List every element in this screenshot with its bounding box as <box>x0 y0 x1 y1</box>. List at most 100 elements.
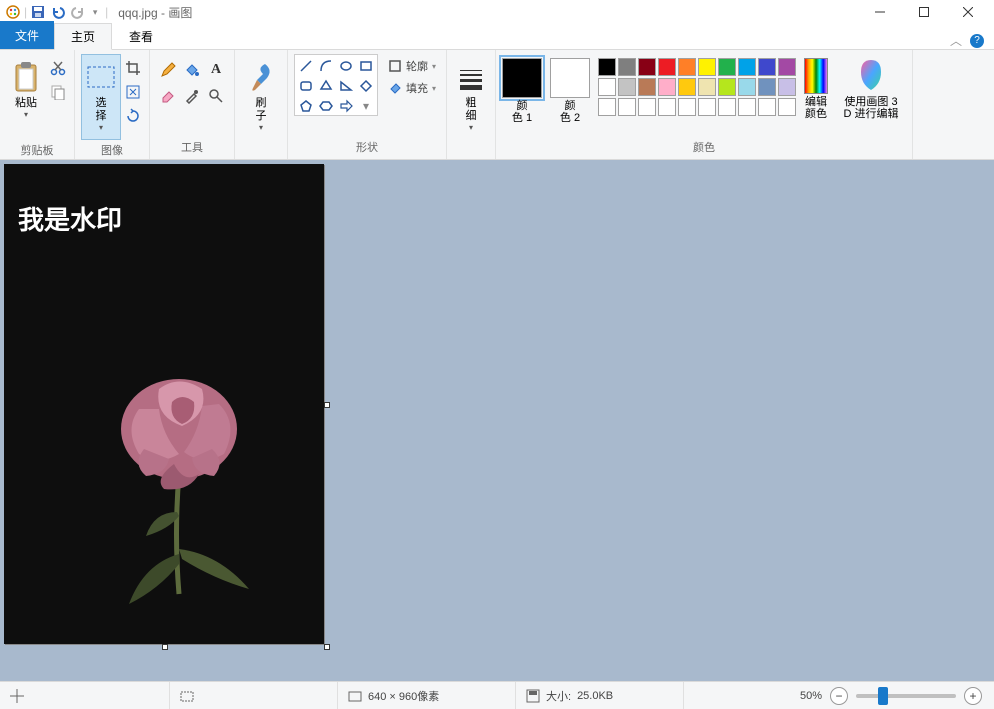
tab-home[interactable]: 主页 <box>54 23 112 50</box>
shape-curve-icon[interactable] <box>317 57 335 75</box>
crop-icon[interactable] <box>123 58 143 78</box>
app-name: 画图 <box>168 6 192 20</box>
fill-icon[interactable] <box>182 60 202 80</box>
color-swatch[interactable] <box>778 58 796 76</box>
shape-fill-button[interactable]: 填充▾ <box>384 78 440 98</box>
resize-handle-s[interactable] <box>162 644 168 650</box>
help-icon[interactable]: ? <box>970 34 984 48</box>
maximize-button[interactable] <box>902 0 946 24</box>
shape-triangle-icon[interactable] <box>337 77 355 95</box>
shape-arrow-right-icon[interactable] <box>337 97 355 115</box>
qat-separator: | <box>24 5 27 19</box>
color-swatch[interactable] <box>778 78 796 96</box>
color-swatch[interactable] <box>738 78 756 96</box>
shape-roundrect-icon[interactable] <box>297 77 315 95</box>
window-controls <box>858 0 990 24</box>
color-swatch[interactable] <box>638 78 656 96</box>
color-swatch[interactable] <box>678 58 696 76</box>
shape-hexagon-icon[interactable] <box>317 97 335 115</box>
color-swatch[interactable] <box>718 98 736 116</box>
color-swatch[interactable] <box>758 58 776 76</box>
shape-polygon-icon[interactable] <box>317 77 335 95</box>
color-swatch[interactable] <box>618 58 636 76</box>
shape-line-icon[interactable] <box>297 57 315 75</box>
collapse-ribbon-icon[interactable]: ︿ <box>950 32 962 49</box>
color-swatch[interactable] <box>698 78 716 96</box>
resize-handle-e[interactable] <box>324 402 330 408</box>
shape-rect-icon[interactable] <box>357 57 375 75</box>
color-swatch[interactable] <box>698 58 716 76</box>
magnifier-icon[interactable] <box>206 86 226 106</box>
tab-file[interactable]: 文件 <box>0 21 54 49</box>
color-swatch[interactable] <box>658 78 676 96</box>
color-swatch[interactable] <box>638 58 656 76</box>
color-swatch[interactable] <box>638 98 656 116</box>
zoom-thumb[interactable] <box>878 687 888 705</box>
zoom-slider[interactable] <box>856 694 956 698</box>
zoom-in-button[interactable]: + <box>964 687 982 705</box>
color-swatch[interactable] <box>758 98 776 116</box>
rose-image <box>84 354 284 634</box>
color-swatch[interactable] <box>778 98 796 116</box>
shape-diamond-icon[interactable] <box>357 77 375 95</box>
tab-view[interactable]: 查看 <box>112 23 170 49</box>
color-swatch[interactable] <box>658 98 676 116</box>
paint3d-button[interactable]: 使用画图 3 D 进行编辑 <box>836 54 906 120</box>
canvas[interactable]: 我是水印 <box>4 164 324 644</box>
color-swatch[interactable] <box>598 98 616 116</box>
thickness-button[interactable]: 粗 细 ▾ <box>453 54 489 140</box>
color-swatch[interactable] <box>618 78 636 96</box>
copy-icon[interactable] <box>48 82 68 102</box>
text-icon[interactable]: A <box>206 60 226 80</box>
shape-oval-icon[interactable] <box>337 57 355 75</box>
color-swatch[interactable] <box>718 58 736 76</box>
redo-icon[interactable] <box>69 3 87 21</box>
dimensions-icon <box>348 689 362 703</box>
save-icon[interactable] <box>29 3 47 21</box>
selection-size-icon <box>180 689 194 703</box>
zoom-level: 50% <box>800 690 822 702</box>
shape-outline-button[interactable]: 轮廓▾ <box>384 56 440 76</box>
edit-colors-button[interactable]: 编辑 颜色 <box>804 54 828 120</box>
undo-icon[interactable] <box>49 3 67 21</box>
color-swatch[interactable] <box>698 98 716 116</box>
minimize-button[interactable] <box>858 0 902 24</box>
group-colors: 颜 色 1 颜 色 2 编辑 颜色 使用画图 3 D 进行编辑 <box>496 50 913 159</box>
paste-button[interactable]: 粘贴 ▾ <box>6 54 46 140</box>
outline-icon <box>388 59 402 73</box>
ribbon-tabs: 文件 主页 查看 ︿ ? <box>0 24 994 50</box>
color-swatch[interactable] <box>618 98 636 116</box>
color-swatch[interactable] <box>678 78 696 96</box>
canvas-area[interactable]: 我是水印 <box>0 160 994 681</box>
resize-handle-se[interactable] <box>324 644 330 650</box>
shapes-gallery[interactable]: ▾ <box>294 54 378 116</box>
resize-icon[interactable] <box>123 82 143 102</box>
shape-more-icon[interactable]: ▾ <box>357 97 375 115</box>
color-swatch[interactable] <box>738 58 756 76</box>
zoom-out-button[interactable]: − <box>830 687 848 705</box>
color-picker-icon[interactable] <box>182 86 202 106</box>
paint-app-icon[interactable] <box>4 3 22 21</box>
color-swatch[interactable] <box>678 98 696 116</box>
cut-icon[interactable] <box>48 58 68 78</box>
color-swatch[interactable] <box>738 98 756 116</box>
color-swatch[interactable] <box>758 78 776 96</box>
select-button[interactable]: 选 择 ▾ <box>81 54 121 140</box>
color-swatch[interactable] <box>718 78 736 96</box>
title-bar: | ▾ | qqq.jpg - 画图 <box>0 0 994 24</box>
color-swatch[interactable] <box>658 58 676 76</box>
rotate-icon[interactable] <box>123 106 143 126</box>
color2-button[interactable]: 颜 色 2 <box>550 54 590 124</box>
pencil-icon[interactable] <box>158 60 178 80</box>
qat-customize-icon[interactable]: ▾ <box>89 3 101 21</box>
color-swatch[interactable] <box>598 58 616 76</box>
close-button[interactable] <box>946 0 990 24</box>
color-swatch[interactable] <box>598 78 616 96</box>
color2-swatch <box>550 58 590 98</box>
group-image: 选 择 ▾ 图像 <box>75 50 150 159</box>
brushes-button[interactable]: 刷 子 ▾ <box>241 54 281 140</box>
shape-pentagon-icon[interactable] <box>297 97 315 115</box>
color1-button[interactable]: 颜 色 1 <box>502 54 542 124</box>
status-bar: 640 × 960像素 大小: 25.0KB 50% − + <box>0 681 994 709</box>
eraser-icon[interactable] <box>158 86 178 106</box>
